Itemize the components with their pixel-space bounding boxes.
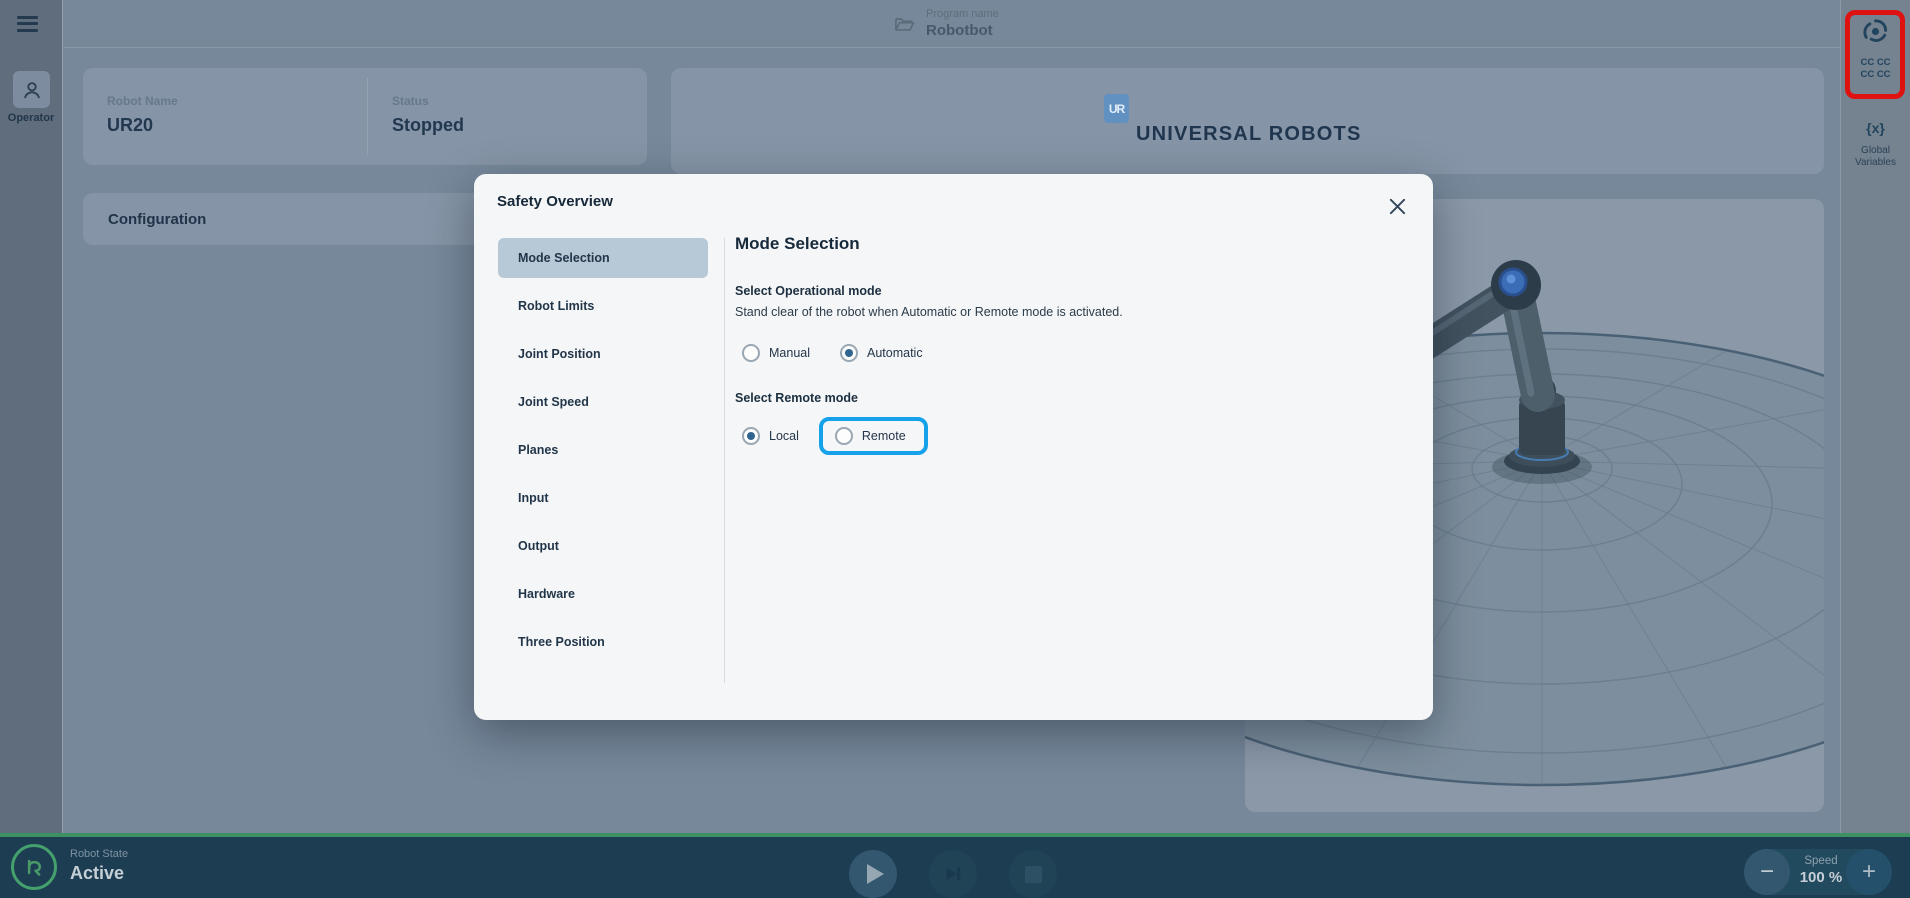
radio-local-label: Local [769, 429, 799, 443]
radio-automatic-label: Automatic [867, 346, 923, 360]
radio-option-remote-highlighted[interactable]: Remote [819, 417, 928, 455]
left-sidebar: Operator [0, 0, 63, 833]
robot-name-value: UR20 [107, 115, 178, 136]
speed-control: − Speed 100 % + [1744, 849, 1892, 895]
nav-item-input[interactable]: Input [498, 478, 708, 518]
modal-title: Safety Overview [497, 193, 613, 210]
status-label: Status [392, 94, 464, 108]
safety-overview-modal: Safety Overview Mode Selection Robot Lim… [474, 174, 1433, 720]
brand-wordmark: UNIVERSAL ROBOTS [1136, 123, 1362, 146]
play-icon [867, 864, 884, 884]
right-sidebar: CC CC CC CC {x} Global Variables [1840, 0, 1910, 833]
nav-item-joint-speed[interactable]: Joint Speed [498, 382, 708, 422]
radio-remote[interactable] [835, 427, 853, 445]
robot-state-label: Robot State [70, 848, 128, 860]
close-button[interactable] [1383, 192, 1411, 220]
robot-name-label: Robot Name [107, 94, 178, 108]
robot-status-card: Robot Name UR20 Status Stopped [83, 68, 647, 165]
speed-label: Speed [1794, 855, 1848, 867]
cc-text: CC CC CC CC [1841, 57, 1910, 80]
card-divider [367, 78, 368, 155]
global-variables-label: Global Variables [1841, 145, 1910, 169]
operational-mode-radio-group: Manual Automatic [742, 342, 923, 364]
radio-option-automatic[interactable]: Automatic [840, 344, 923, 362]
speed-increase-button[interactable]: + [1846, 849, 1892, 895]
nav-item-mode-selection[interactable]: Mode Selection [498, 238, 708, 278]
universal-robots-logo: UR UNIVERSAL ROBOTS [1104, 94, 1394, 146]
brand-card: UR UNIVERSAL ROBOTS [671, 68, 1824, 174]
person-icon [21, 79, 43, 101]
nav-item-joint-position[interactable]: Joint Position [498, 334, 708, 374]
nav-item-three-position[interactable]: Three Position [498, 622, 708, 662]
hamburger-menu-button[interactable] [17, 12, 38, 32]
radio-option-local[interactable]: Local [742, 427, 799, 445]
remote-mode-label: Select Remote mode [735, 391, 858, 405]
ur-logo-icon: UR [1104, 94, 1129, 123]
operational-mode-description: Stand clear of the robot when Automatic … [735, 305, 1123, 319]
radio-local[interactable] [742, 427, 760, 445]
radio-remote-label: Remote [862, 429, 906, 443]
configuration-title: Configuration [108, 211, 206, 228]
remote-mode-radio-group: Local Remote [742, 415, 928, 457]
close-icon [1388, 197, 1407, 216]
global-variables-button[interactable]: {x} Global Variables [1841, 120, 1910, 169]
nav-item-planes[interactable]: Planes [498, 430, 708, 470]
operator-avatar-button[interactable] [13, 71, 50, 108]
ur-badge-icon [11, 844, 57, 890]
modal-nav-divider [724, 238, 725, 683]
speed-decrease-button[interactable]: − [1744, 849, 1790, 895]
stop-button[interactable] [1009, 850, 1057, 898]
skip-icon [942, 863, 964, 885]
operational-mode-label: Select Operational mode [735, 284, 882, 298]
program-name-block[interactable]: Program name Robotbot [894, 8, 999, 39]
nav-item-robot-limits[interactable]: Robot Limits [498, 286, 708, 326]
nav-item-output[interactable]: Output [498, 526, 708, 566]
program-name-label: Program name [926, 8, 999, 20]
operator-label: Operator [0, 112, 62, 124]
swirl-icon [1862, 18, 1889, 45]
radio-manual[interactable] [742, 344, 760, 362]
stop-icon [1025, 866, 1042, 883]
play-button[interactable] [849, 850, 897, 898]
robot-state-value: Active [70, 863, 128, 884]
safety-overview-shortcut[interactable]: CC CC CC CC [1841, 18, 1910, 80]
content-heading: Mode Selection [735, 234, 860, 254]
radio-automatic[interactable] [840, 344, 858, 362]
speed-value: 100 % [1794, 869, 1848, 886]
app-root: Program name Robotbot Operator [0, 0, 1910, 898]
open-folder-icon [894, 14, 916, 34]
status-value: Stopped [392, 115, 464, 136]
radio-manual-label: Manual [769, 346, 810, 360]
step-button[interactable] [929, 850, 977, 898]
nav-item-hardware[interactable]: Hardware [498, 574, 708, 614]
safety-nav-list: Mode Selection Robot Limits Joint Positi… [498, 238, 708, 670]
radio-option-manual[interactable]: Manual [742, 344, 810, 362]
variables-icon: {x} [1841, 120, 1910, 136]
footer-bar: Robot State Active − Speed 100 % [0, 833, 1910, 898]
program-name-value: Robotbot [926, 22, 999, 39]
